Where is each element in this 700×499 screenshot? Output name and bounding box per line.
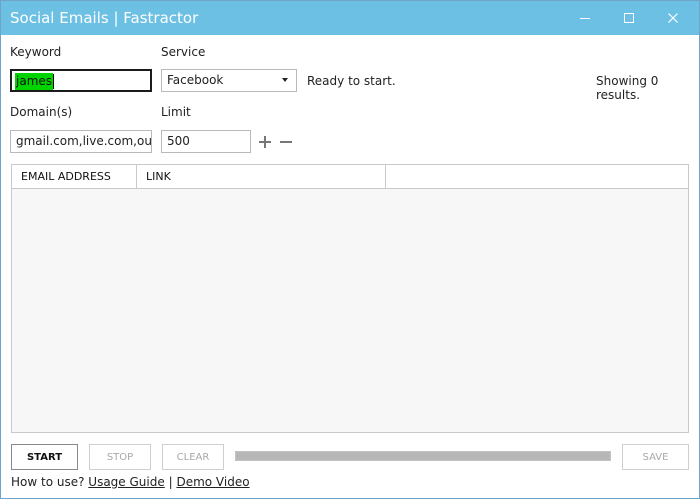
title-bar[interactable]: Social Emails | Fastractor [1, 1, 699, 35]
service-label: Service [161, 45, 206, 59]
app-window: Social Emails | Fastractor Keyword Servi… [0, 0, 700, 499]
stop-button[interactable]: STOP [89, 444, 151, 470]
usage-guide-link[interactable]: Usage Guide [88, 475, 164, 489]
domains-value: gmail.com,live.com,outlo [16, 134, 152, 148]
limit-value: 500 [167, 134, 190, 148]
limit-input[interactable]: 500 [161, 130, 251, 153]
keyword-value: james [15, 73, 54, 90]
status-message: Ready to start. [307, 74, 396, 88]
service-selected-value: Facebook [167, 73, 224, 87]
limit-label: Limit [161, 105, 191, 119]
maximize-icon [624, 13, 634, 23]
plus-icon[interactable] [257, 134, 273, 150]
keyword-label: Keyword [10, 45, 62, 59]
start-button[interactable]: START [11, 444, 78, 470]
window-title: Social Emails | Fastractor [10, 9, 199, 27]
table-header: EMAIL ADDRESS LINK [12, 165, 688, 189]
results-table[interactable]: EMAIL ADDRESS LINK [11, 164, 689, 433]
domains-input[interactable]: gmail.com,live.com,outlo [10, 130, 152, 153]
text-caret [53, 74, 55, 89]
minus-icon[interactable] [278, 134, 294, 150]
minimize-icon [580, 18, 590, 19]
progress-bar [235, 451, 611, 461]
demo-video-link[interactable]: Demo Video [176, 475, 249, 489]
results-count: Showing 0 results. [596, 74, 659, 102]
clear-button[interactable]: CLEAR [162, 444, 224, 470]
keyword-input[interactable]: james [10, 69, 152, 92]
column-header-email[interactable]: EMAIL ADDRESS [12, 165, 137, 188]
help-prefix: How to use? [11, 475, 85, 489]
chevron-down-icon [282, 78, 288, 82]
close-button[interactable] [651, 1, 695, 35]
column-header-empty[interactable] [386, 165, 688, 188]
link-separator: | [168, 475, 173, 489]
progress-fill [236, 452, 610, 460]
column-header-link[interactable]: LINK [137, 165, 386, 188]
help-footer: How to use? Usage Guide | Demo Video [11, 475, 250, 489]
maximize-button[interactable] [607, 1, 651, 35]
domains-label: Domain(s) [10, 105, 73, 119]
close-icon [668, 13, 678, 23]
minimize-button[interactable] [563, 1, 607, 35]
save-button[interactable]: SAVE [622, 444, 689, 470]
service-dropdown[interactable]: Facebook [161, 69, 297, 92]
